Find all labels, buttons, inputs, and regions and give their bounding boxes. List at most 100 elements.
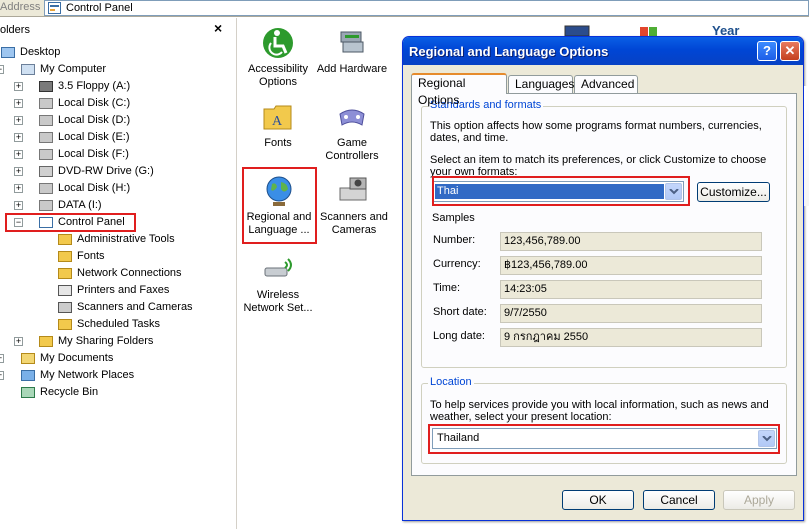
samples-title: Samples <box>432 212 475 224</box>
ok-button[interactable]: OK <box>562 490 634 510</box>
tree-item[interactable]: Printers and Faxes <box>0 282 230 299</box>
tree-item[interactable]: + My Documents <box>0 350 230 367</box>
expand-icon[interactable]: + <box>14 167 23 176</box>
wireless-label-1: Wireless <box>256 289 300 301</box>
address-input[interactable]: Control Panel <box>44 0 809 16</box>
tree-item-label: Local Disk (F:) <box>58 148 129 160</box>
tree-item[interactable]: + My Sharing Folders <box>0 333 230 350</box>
tree-item[interactable]: +3.5 Floppy (A:) <box>0 78 230 95</box>
tree-item[interactable]: + Local Disk (C:) <box>0 95 230 112</box>
apply-button[interactable]: Apply <box>723 490 795 510</box>
network-icon <box>58 268 72 279</box>
sample-value: 14:23:05 <box>500 280 762 299</box>
help-button[interactable]: ? <box>757 41 777 61</box>
customize-button[interactable]: Customize... <box>697 182 770 202</box>
dialog-titlebar[interactable]: Regional and Language Options ? ✕ <box>403 37 803 65</box>
tree-item[interactable]: + Local Disk (E:) <box>0 129 230 146</box>
chevron-down-icon[interactable] <box>758 430 775 447</box>
regional-options-panel: Standards and formats This option affect… <box>411 93 797 476</box>
game-controllers-item[interactable]: Game Controllers <box>317 100 387 163</box>
tree-item[interactable]: Recycle Bin <box>0 384 230 401</box>
tab-advanced[interactable]: Advanced <box>574 75 638 93</box>
desktop-icon <box>1 47 15 58</box>
tree-item[interactable]: + DATA (I:) <box>0 197 230 214</box>
expand-icon[interactable]: + <box>0 371 4 380</box>
tree-item[interactable]: + DVD-RW Drive (G:) <box>0 163 230 180</box>
wireless-network-icon <box>264 258 292 277</box>
sample-value: 9 กรกฎาคม 2550 <box>500 328 762 347</box>
dvd-icon <box>39 166 53 177</box>
expand-icon[interactable]: + <box>14 184 23 193</box>
expand-icon[interactable]: + <box>0 354 4 363</box>
sample-label: Number: <box>433 234 476 246</box>
sample-value: ฿123,456,789.00 <box>500 256 762 275</box>
tree-item[interactable]: − My Computer <box>0 61 230 78</box>
folders-pane-title: olders <box>0 24 30 36</box>
folders-pane: olders × Desktop − My Computer +3.5 Floppy … <box>0 18 237 529</box>
select-instruction-1: Select an item to match its preferences,… <box>430 154 767 166</box>
tree-item[interactable]: + Local Disk (D:) <box>0 112 230 129</box>
tree-item[interactable]: Network Connections <box>0 265 230 282</box>
tree-item[interactable]: + Local Disk (H:) <box>0 180 230 197</box>
scanners-label-2: Cameras <box>331 224 377 236</box>
expand-icon[interactable]: + <box>14 337 23 346</box>
gamepad-icon <box>339 109 365 126</box>
wireless-network-item[interactable]: Wireless Network Set... <box>239 252 317 315</box>
expand-icon[interactable]: + <box>14 150 23 159</box>
tree-item-label: My Sharing Folders <box>58 335 154 347</box>
add-hardware-item[interactable]: Add Hardware <box>315 26 389 76</box>
location-select[interactable]: Thailand <box>432 428 777 449</box>
folder-icon <box>58 251 72 262</box>
recycle-bin-icon <box>21 387 35 398</box>
expand-icon[interactable]: + <box>14 82 23 91</box>
tree-item[interactable]: Scheduled Tasks <box>0 316 230 333</box>
accessibility-options-item[interactable]: Accessibility Options <box>243 26 313 89</box>
network-places-icon <box>21 370 35 381</box>
tree-item-label: Local Disk (C:) <box>58 97 131 109</box>
chevron-down-icon[interactable] <box>665 183 682 200</box>
tree-item-label: Desktop <box>20 46 61 58</box>
location-group: Location <box>421 376 787 464</box>
tree-item-label: Fonts <box>77 250 105 262</box>
tree-item[interactable]: Administrative Tools <box>0 231 230 248</box>
format-selected-value: Thai <box>435 184 664 199</box>
svg-text:A: A <box>272 114 283 129</box>
tree-item-label: Control Panel <box>58 216 125 228</box>
expand-icon[interactable]: + <box>14 116 23 125</box>
tab-regional-options[interactable]: Regional Options <box>411 73 507 107</box>
tree-item[interactable]: Desktop <box>0 44 230 61</box>
accessibility-icon <box>263 28 293 58</box>
drive-icon <box>39 183 53 194</box>
cancel-button[interactable]: Cancel <box>643 490 715 510</box>
format-select[interactable]: Thai <box>432 181 684 202</box>
standards-description-1: This option affects how some programs fo… <box>430 120 762 132</box>
drive-icon <box>39 149 53 160</box>
tree-item[interactable]: + Local Disk (F:) <box>0 146 230 163</box>
tree-item[interactable]: Scanners and Cameras <box>0 299 230 316</box>
globe-icon <box>266 176 292 206</box>
expand-icon[interactable]: + <box>14 133 23 142</box>
close-button[interactable]: ✕ <box>780 41 800 61</box>
collapse-icon[interactable]: − <box>14 218 23 227</box>
fonts-item[interactable]: A Fonts <box>243 100 313 150</box>
close-icon[interactable]: × <box>214 20 222 36</box>
drive-icon <box>39 132 53 143</box>
location-selected-value: Thailand <box>437 432 480 444</box>
right-edge-icons <box>804 86 809 206</box>
tree-item[interactable]: + My Network Places <box>0 367 230 384</box>
accessibility-label-2: Options <box>259 76 297 88</box>
address-label: Address <box>0 1 41 13</box>
location-description-1: To help services provide you with local … <box>430 399 769 411</box>
tree-item-label: Network Connections <box>77 267 182 279</box>
expand-icon[interactable]: + <box>14 201 23 210</box>
tree-item[interactable]: Fonts <box>0 248 230 265</box>
tree-item[interactable]: − Control Panel <box>0 214 230 231</box>
folder-icon <box>58 234 72 245</box>
tree-item-label: Printers and Faxes <box>77 284 170 296</box>
tab-languages[interactable]: Languages <box>508 75 574 93</box>
tree-item-label: Local Disk (H:) <box>58 182 131 194</box>
collapse-icon[interactable]: − <box>0 65 4 74</box>
expand-icon[interactable]: + <box>14 99 23 108</box>
scanners-cameras-item[interactable]: Scanners and Cameras <box>317 174 391 237</box>
regional-language-item[interactable]: Regional and Language ... <box>243 174 315 237</box>
